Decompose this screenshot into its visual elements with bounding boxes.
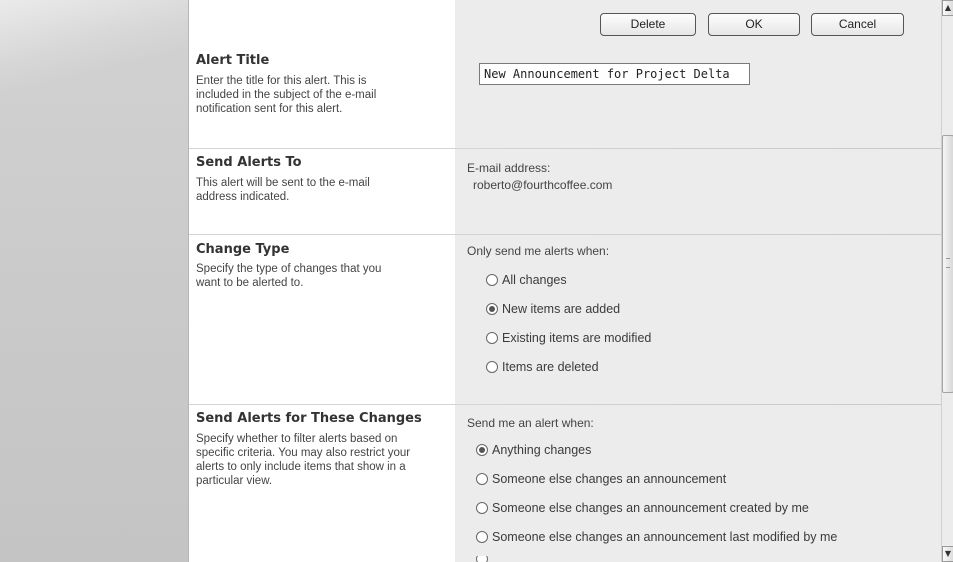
filter-prompt: Send me an alert when: — [467, 416, 594, 430]
radio-button[interactable] — [476, 502, 488, 514]
arrow-down-icon[interactable]: ▼ — [942, 546, 953, 562]
scrollbar-thumb[interactable] — [942, 135, 953, 393]
radio-someone-else-changes[interactable]: Someone else changes an announcement — [476, 471, 726, 487]
section-description: Enter the title for this alert. This is … — [196, 75, 377, 115]
radio-button[interactable] — [486, 303, 498, 315]
radio-partially-visible[interactable] — [476, 556, 492, 562]
radio-button[interactable] — [476, 444, 488, 456]
radio-label: Anything changes — [492, 443, 592, 457]
section-title: Alert Title — [196, 53, 270, 68]
radio-label: Someone else changes an announcement cre… — [492, 501, 809, 515]
email-address-value: roberto@fourthcoffee.com — [473, 178, 613, 192]
section-divider — [189, 234, 941, 235]
radio-button[interactable] — [476, 473, 488, 485]
send-alerts-for-changes-section: Send Alerts for These Changes Specify wh… — [189, 404, 941, 562]
radio-button[interactable] — [476, 556, 488, 562]
radio-button[interactable] — [486, 332, 498, 344]
radio-label: All changes — [502, 273, 567, 287]
email-address-label: E-mail address: — [467, 161, 551, 175]
alert-title-section: Alert Title Enter the title for this ale… — [189, 46, 941, 146]
alert-title-input[interactable] — [479, 63, 750, 85]
ok-button[interactable]: OK — [708, 13, 800, 36]
section-divider — [189, 148, 941, 149]
radio-existing-items-modified[interactable]: Existing items are modified — [486, 330, 651, 346]
section-description: This alert will be sent to the e-mail ad… — [196, 177, 370, 203]
arrow-up-icon[interactable]: ▲ — [942, 0, 953, 16]
cancel-button[interactable]: Cancel — [811, 13, 904, 36]
radio-label: Existing items are modified — [502, 331, 652, 345]
radio-label: Items are deleted — [502, 360, 599, 374]
radio-label: Someone else changes an announcement las… — [492, 530, 838, 544]
section-description: Specify whether to filter alerts based o… — [196, 433, 411, 487]
send-alerts-to-section: Send Alerts To This alert will be sent t… — [189, 148, 941, 234]
section-title: Send Alerts for These Changes — [196, 411, 422, 426]
radio-items-deleted[interactable]: Items are deleted — [486, 359, 599, 375]
left-navigation-pane — [0, 0, 189, 562]
section-divider — [189, 404, 941, 405]
radio-button[interactable] — [476, 531, 488, 543]
grip-icon — [946, 258, 950, 268]
radio-changes-modified-by-me[interactable]: Someone else changes an announcement las… — [476, 529, 837, 545]
decorative-sheen — [0, 0, 188, 90]
delete-button[interactable]: Delete — [600, 13, 696, 36]
radio-button[interactable] — [486, 361, 498, 373]
radio-changes-created-by-me[interactable]: Someone else changes an announcement cre… — [476, 500, 809, 516]
radio-anything-changes[interactable]: Anything changes — [476, 442, 591, 458]
change-type-section: Change Type Specify the type of changes … — [189, 234, 941, 404]
radio-new-items-added[interactable]: New items are added — [486, 301, 620, 317]
change-type-prompt: Only send me alerts when: — [467, 244, 610, 258]
radio-label: New items are added — [502, 302, 621, 316]
section-description: Specify the type of changes that you wan… — [196, 263, 382, 289]
radio-button[interactable] — [486, 274, 498, 286]
alert-settings-form: Delete OK Cancel Alert Title Enter the t… — [189, 0, 941, 562]
section-title: Change Type — [196, 242, 290, 257]
radio-label: Someone else changes an announcement — [492, 472, 727, 486]
radio-all-changes[interactable]: All changes — [486, 272, 567, 288]
vertical-scrollbar[interactable]: ▲ ▼ — [941, 0, 953, 562]
section-title: Send Alerts To — [196, 155, 302, 170]
